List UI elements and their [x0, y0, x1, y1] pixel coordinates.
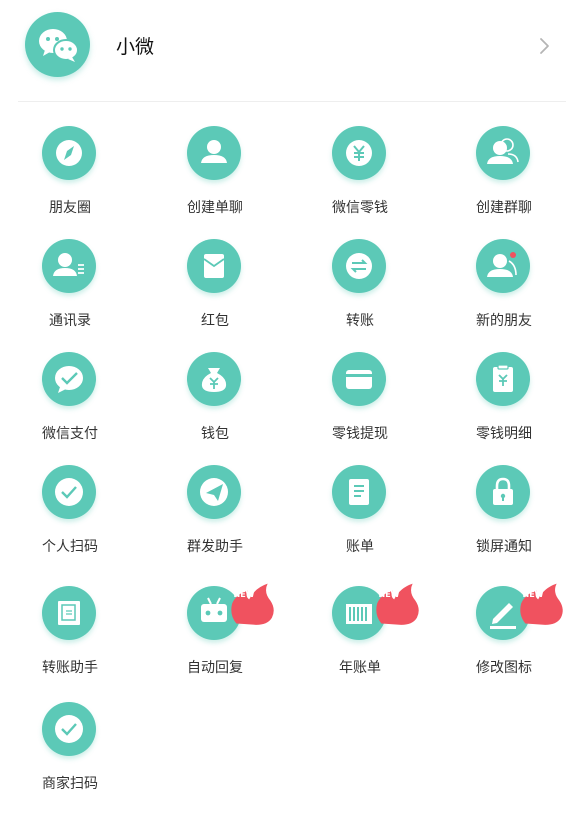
grid-item[interactable]: NEW 年账单 [290, 562, 430, 676]
wechat-pay-icon [42, 352, 96, 406]
group-users-icon [476, 126, 530, 180]
check-circle-icon [42, 702, 96, 756]
grid-item-label: 群发助手 [187, 539, 243, 555]
bar-chart-icon: NEW [332, 583, 419, 640]
grid-item-label: 零钱提现 [332, 426, 388, 442]
grid-item-label: 微信零钱 [332, 200, 388, 216]
grid-item[interactable]: 微信零钱 [290, 102, 430, 216]
receipt-icon [476, 352, 530, 406]
grid-item-label: 朋友圈 [49, 200, 91, 216]
grid-item-label: 商家扫码 [42, 776, 98, 792]
contact-list-icon [42, 239, 96, 293]
compass-icon [42, 126, 96, 180]
grid-item-label: 创建单聊 [187, 200, 243, 216]
new-badge-text: NEW [233, 590, 255, 599]
card-icon [332, 352, 386, 406]
new-friend-icon [476, 239, 530, 293]
grid-item-label: 钱包 [201, 426, 229, 442]
robot-icon: NEW [187, 583, 274, 640]
grid-item[interactable]: 群发助手 [145, 441, 285, 555]
grid-item-label: 个人扫码 [42, 539, 98, 555]
new-badge-text: NEW [378, 590, 400, 599]
grid-item[interactable]: 零钱提现 [290, 328, 430, 442]
grid-item-label: 微信支付 [42, 426, 98, 442]
grid-item[interactable]: NEW 自动回复 [145, 562, 285, 676]
grid-item[interactable]: 钱包 [145, 328, 285, 442]
transfer-doc-icon [42, 586, 96, 640]
pencil-icon: NEW [476, 583, 563, 640]
single-user-icon [187, 126, 241, 180]
new-badge: NEW [370, 578, 419, 625]
new-badge-text: NEW [522, 590, 544, 599]
grid-item[interactable]: 零钱明细 [434, 328, 567, 442]
app-name: 小微 [116, 36, 155, 58]
new-badge: NEW [225, 578, 274, 625]
grid-item-label: 新的朋友 [476, 313, 532, 329]
grid-item-label: 创建群聊 [476, 200, 532, 216]
check-circle-icon [42, 465, 96, 519]
grid-item-label: 零钱明细 [476, 426, 532, 442]
grid-item-label: 年账单 [339, 660, 381, 676]
grid-item[interactable]: 个人扫码 [0, 441, 140, 555]
grid-item-label: 账单 [346, 539, 374, 555]
grid-item-label: 自动回复 [187, 660, 243, 676]
grid-item[interactable]: 通讯录 [0, 215, 140, 329]
wechat-chat-bubbles-icon [25, 12, 90, 77]
grid-item[interactable]: NEW 修改图标 [434, 562, 567, 676]
yuan-coin-icon [332, 126, 386, 180]
app-header[interactable]: 小微 [0, 0, 567, 101]
money-bag-icon [187, 352, 241, 406]
lock-icon [476, 465, 530, 519]
grid-item-label: 修改图标 [476, 660, 532, 676]
new-badge: NEW [514, 578, 563, 625]
grid-item-label: 转账助手 [42, 660, 98, 676]
grid-item-label: 转账 [346, 313, 374, 329]
transfer-arrows-icon [332, 239, 386, 293]
document-icon [332, 465, 386, 519]
grid-item[interactable]: 商家扫码 [0, 678, 140, 792]
red-envelope-icon [187, 239, 241, 293]
grid-item[interactable]: 转账 [290, 215, 430, 329]
grid-item[interactable]: 创建群聊 [434, 102, 567, 216]
grid-item[interactable]: 锁屏通知 [434, 441, 567, 555]
grid-item-label: 通讯录 [49, 313, 91, 329]
grid-item[interactable]: 创建单聊 [145, 102, 285, 216]
paper-plane-icon [187, 465, 241, 519]
grid-item[interactable]: 账单 [290, 441, 430, 555]
grid-item[interactable]: 红包 [145, 215, 285, 329]
grid-item[interactable]: 朋友圈 [0, 102, 140, 216]
chevron-right-icon[interactable] [536, 36, 552, 56]
grid-item-label: 红包 [201, 313, 229, 329]
grid-item[interactable]: 微信支付 [0, 328, 140, 442]
grid-item-label: 锁屏通知 [476, 539, 532, 555]
grid-item[interactable]: 新的朋友 [434, 215, 567, 329]
grid-item[interactable]: 转账助手 [0, 562, 140, 676]
